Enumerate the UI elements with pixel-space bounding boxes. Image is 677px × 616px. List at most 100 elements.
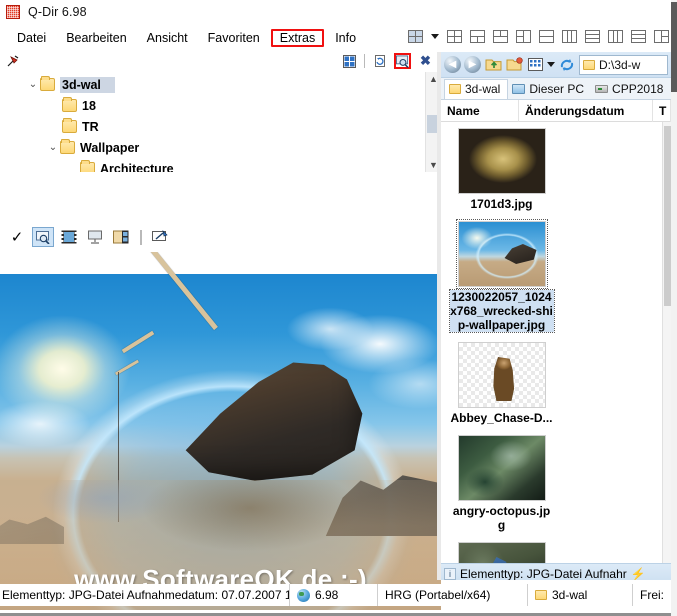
column-header-name[interactable]: Name	[441, 99, 519, 122]
computer-icon	[512, 83, 526, 94]
folder-icon	[62, 97, 77, 112]
layout-two-rows-icon[interactable]	[539, 30, 554, 43]
tree-item-label: 3d-wal	[60, 76, 115, 93]
chevron-down-icon[interactable]	[547, 62, 555, 67]
tree-grid-icon[interactable]	[341, 53, 358, 69]
column-header-date[interactable]: Änderungsdatum	[519, 99, 653, 122]
toolbar-divider	[364, 54, 365, 68]
tree-item-18[interactable]: 18	[0, 95, 420, 116]
menu-item-extras[interactable]: Extras	[270, 29, 325, 47]
status-folder-text: 3d-wal	[552, 588, 588, 602]
folder-icon	[583, 59, 595, 70]
file-name: 1230022057_1024x768_wrecked-ship-wallpap…	[448, 289, 555, 333]
tree-item-architecture[interactable]: Architecture	[0, 158, 420, 172]
file-item-angry-octopus[interactable]: angry-octopus.jpg	[449, 435, 554, 532]
tab-dieser-pc[interactable]: Dieser PC	[508, 79, 591, 99]
lightning-bolt-icon[interactable]: ⚡	[631, 567, 646, 581]
checkmark-icon[interactable]: ✓	[6, 227, 28, 247]
pushpin-icon[interactable]	[6, 54, 20, 71]
layout-quad-alt-icon[interactable]	[447, 30, 462, 43]
tree-item-label: TR	[82, 119, 99, 134]
thumbnail	[455, 219, 548, 289]
preview-search-icon[interactable]	[32, 227, 54, 247]
column-header-type[interactable]: T	[653, 99, 671, 122]
back-arrow-icon[interactable]: ◀	[444, 56, 461, 73]
address-input[interactable]: D:\3d-w	[579, 54, 668, 75]
thumbnail	[457, 435, 546, 501]
window-scrollbar[interactable]	[671, 0, 677, 616]
tree-item-3d-wal[interactable]: ⌄ 3d-wal	[0, 74, 420, 95]
status-folder: 3d-wal	[528, 584, 633, 606]
tab-label: 3d-wal	[465, 82, 501, 96]
folder-up-icon[interactable]	[484, 56, 502, 74]
image-preview[interactable]: www.SoftwareOK.de :-) "NoAHS"	[0, 252, 441, 610]
views-grid-icon[interactable]	[526, 56, 544, 74]
tab-bar: 3d-wal Dieser PC CPP2018	[441, 78, 671, 100]
layout-columns-icon[interactable]	[608, 30, 623, 43]
status-free-label: Frei:	[640, 588, 664, 602]
address-path: D:\3d-w	[599, 57, 641, 72]
tab-3d-wal[interactable]: 3d-wal	[444, 78, 509, 99]
file-item-avatar-023[interactable]: avatar-023 1280x1024.jpg	[449, 542, 554, 563]
scrollbar-thumb	[671, 2, 677, 92]
forward-arrow-icon[interactable]: ▶	[464, 56, 481, 73]
file-grid-scrollbar[interactable]	[662, 122, 671, 563]
tree-close-icon[interactable]: ✖	[417, 53, 434, 69]
file-grid[interactable]: 1701d3.jpg 1230022057_1024x768_wrecked-s…	[441, 122, 671, 563]
filmstrip-icon[interactable]	[58, 227, 80, 247]
column-headers: Name Änderungsdatum T	[441, 99, 671, 122]
status-item-info: Elementtyp: JPG-Datei Aufnahmedatum: 07.…	[0, 584, 290, 606]
qdir-app-icon	[6, 5, 20, 19]
file-item-1701d3[interactable]: 1701d3.jpg	[449, 128, 554, 211]
file-name: 1701d3.jpg	[470, 197, 533, 211]
menu-item-bearbeiten[interactable]: Bearbeiten	[57, 29, 135, 47]
status-build: HRG (Portabel/x64)	[378, 584, 528, 606]
chevron-down-icon[interactable]: ⌄	[26, 79, 40, 90]
tab-label: Dieser PC	[529, 81, 585, 96]
file-item-abbey-chase[interactable]: Abbey_Chase-D...	[449, 342, 554, 425]
info-icon[interactable]: i	[444, 567, 456, 580]
chevron-down-icon[interactable]: ⌄	[46, 142, 60, 153]
status-item-info-text: Elementtyp: JPG-Datei Aufnahmedatum: 07.…	[2, 588, 290, 602]
folder-icon	[449, 84, 461, 94]
thumbnail	[457, 342, 546, 408]
left-pane: ✖ ⌄ 3d-wal 18 TR ⌄ Wallpaper Architectur…	[0, 52, 441, 610]
menu-item-info[interactable]: Info	[326, 29, 365, 47]
menu-item-ansicht[interactable]: Ansicht	[138, 29, 197, 47]
layout-bottom-split-icon[interactable]	[493, 30, 508, 43]
layout-single-icon[interactable]	[654, 30, 669, 43]
layout-rows-icon[interactable]	[631, 30, 646, 43]
layout-top-split-icon[interactable]	[470, 30, 485, 43]
new-folder-icon[interactable]	[505, 56, 523, 74]
tree-preview-search-icon[interactable]	[394, 53, 411, 69]
preview-ship-mast	[112, 252, 218, 522]
scrollbar-thumb	[664, 126, 671, 306]
screenshot-tool-icon[interactable]	[150, 227, 172, 247]
layout-left-split-icon[interactable]	[516, 30, 531, 43]
status-version-text: 6.98	[315, 588, 339, 602]
menu-item-datei[interactable]: Datei	[8, 29, 55, 47]
folder-icon	[80, 160, 95, 172]
tab-cpp2018[interactable]: CPP2018	[591, 79, 670, 99]
layout-dropdown-caret-icon[interactable]	[431, 34, 439, 39]
tree-item-tr[interactable]: TR	[0, 116, 420, 137]
folder-icon	[60, 139, 75, 154]
layout-three-columns-icon[interactable]	[562, 30, 577, 43]
layout-quad-icon[interactable]	[408, 30, 423, 43]
status-bar: Elementtyp: JPG-Datei Aufnahmedatum: 07.…	[0, 584, 671, 606]
refresh-icon[interactable]	[558, 56, 576, 74]
folder-tree[interactable]: ⌄ 3d-wal 18 TR ⌄ Wallpaper Architecture …	[0, 72, 440, 172]
tree-item-label: Architecture	[100, 161, 174, 173]
layout-toolbar	[408, 30, 669, 43]
media-library-icon[interactable]	[110, 227, 132, 247]
tree-item-wallpaper[interactable]: ⌄ Wallpaper	[0, 137, 420, 158]
layout-three-rows-icon[interactable]	[585, 30, 600, 43]
file-item-wrecked-ship[interactable]: 1230022057_1024x768_wrecked-ship-wallpap…	[448, 219, 555, 333]
menu-item-favoriten[interactable]: Favoriten	[199, 29, 269, 47]
toolbar-divider	[140, 229, 142, 245]
status-free: Frei:	[633, 584, 671, 606]
status-version: 6.98	[290, 584, 378, 606]
tree-item-label: 18	[82, 98, 96, 113]
tree-refresh-icon[interactable]	[371, 53, 388, 69]
slideshow-icon[interactable]	[84, 227, 106, 247]
